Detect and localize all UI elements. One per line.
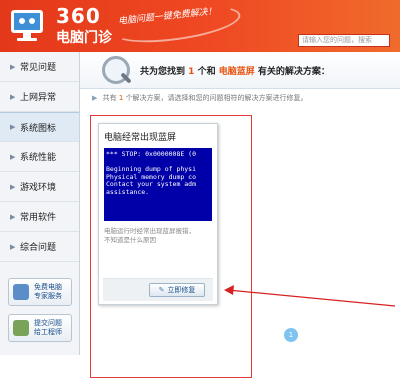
sidebar-item-label: 系统图标 xyxy=(20,123,57,134)
search-input[interactable]: 请输入您的问题，搜索 xyxy=(298,34,390,47)
bsod-thumbnail: *** STOP: 0x0000008E (0 Beginning dump o… xyxy=(104,148,212,221)
sidebar-item-software[interactable]: ▶ 常用软件 xyxy=(0,202,79,232)
sidebar-item-general[interactable]: ▶ 综合问题 xyxy=(0,232,79,262)
app-header: 360 电脑门诊 电脑问题一键免费解决！ 请输入您的问题，搜索 xyxy=(0,0,400,52)
expert-icon xyxy=(13,284,29,300)
solution-card[interactable]: 电脑经常出现蓝屏 *** STOP: 0x0000008E (0 Beginni… xyxy=(98,123,218,305)
result-suffix: 有关的解决方案： xyxy=(257,67,330,77)
card-description: 电脑运行时经常出现蓝屏报错， 不知道是什么原因 xyxy=(104,227,195,244)
result-header: 共为您找到 1 个和 电脑蓝屏 有关的解决方案： xyxy=(80,52,400,89)
arrow-icon: ▶ xyxy=(10,242,16,251)
submit-line2: 给工程师 xyxy=(34,328,62,336)
main-content: 共为您找到 1 个和 电脑蓝屏 有关的解决方案： ▶ 共有 1 个解决方案，请选… xyxy=(80,52,400,378)
arrow-icon: ▶ xyxy=(10,92,16,101)
result-prefix: 共为您找到 xyxy=(140,67,186,77)
arrow-icon: ▶ xyxy=(10,152,16,161)
bullet-icon: ▶ xyxy=(92,94,98,102)
sidebar-item-network[interactable]: ▶ 上网异常 xyxy=(0,82,79,112)
wrench-icon: ✎ xyxy=(158,286,165,294)
sidebar-item-system-icons[interactable]: ▶ 系统图标 xyxy=(0,112,79,142)
arrow-icon: ▶ xyxy=(10,212,16,221)
sidebar-item-performance[interactable]: ▶ 系统性能 xyxy=(0,142,79,172)
fix-now-button[interactable]: ✎ 立即修复 xyxy=(149,283,205,297)
sidebar-item-common[interactable]: ▶ 常见问题 xyxy=(0,52,79,82)
card-footer: ✎ 立即修复 xyxy=(103,278,213,301)
solution-note: ▶ 共有 1 个解决方案，请选择和您的问题相符的解决方案进行修复。 xyxy=(92,94,308,102)
page-indicator[interactable]: 1 xyxy=(284,328,298,342)
arrow-icon: ▶ xyxy=(10,182,16,191)
expert-line2: 专家服务 xyxy=(34,292,62,300)
submit-line1: 提交问题 xyxy=(34,319,62,327)
fix-now-label: 立即修复 xyxy=(167,286,196,294)
logo-icon xyxy=(8,8,46,44)
sidebar-item-label: 上网异常 xyxy=(20,93,57,103)
logo-subtitle: 电脑门诊 xyxy=(56,30,112,46)
result-title: 共为您找到 1 个和 电脑蓝屏 有关的解决方案： xyxy=(140,64,330,77)
sidebar: ▶ 常见问题 ▶ 上网异常 ▶ 系统图标 ▶ 系统性能 ▶ 游戏环境 ▶ 常用软… xyxy=(0,52,80,355)
submit-icon xyxy=(13,320,29,336)
sidebar-item-label: 常用软件 xyxy=(20,213,57,223)
card-title: 电脑经常出现蓝屏 xyxy=(104,133,177,143)
red-arrow-annotation xyxy=(224,285,396,307)
sidebar-item-gaming[interactable]: ▶ 游戏环境 xyxy=(0,172,79,202)
sidebar-item-label: 常见问题 xyxy=(20,63,57,73)
result-keyword: 电脑蓝屏 xyxy=(218,67,255,77)
expert-service-button[interactable]: 免费电脑 专家服务 xyxy=(8,278,72,306)
submit-question-button[interactable]: 提交问题 给工程师 xyxy=(8,314,72,342)
sidebar-item-label: 游戏环境 xyxy=(20,183,57,193)
arrow-icon: ▶ xyxy=(10,62,16,71)
result-count: 1 xyxy=(188,67,195,77)
logo-number: 360 xyxy=(56,4,101,28)
arrow-icon: ▶ xyxy=(10,123,16,131)
result-mid: 个和 xyxy=(197,67,216,77)
expert-line1: 免费电脑 xyxy=(34,283,62,291)
sidebar-item-label: 系统性能 xyxy=(20,153,57,163)
sidebar-item-label: 综合问题 xyxy=(20,243,57,253)
